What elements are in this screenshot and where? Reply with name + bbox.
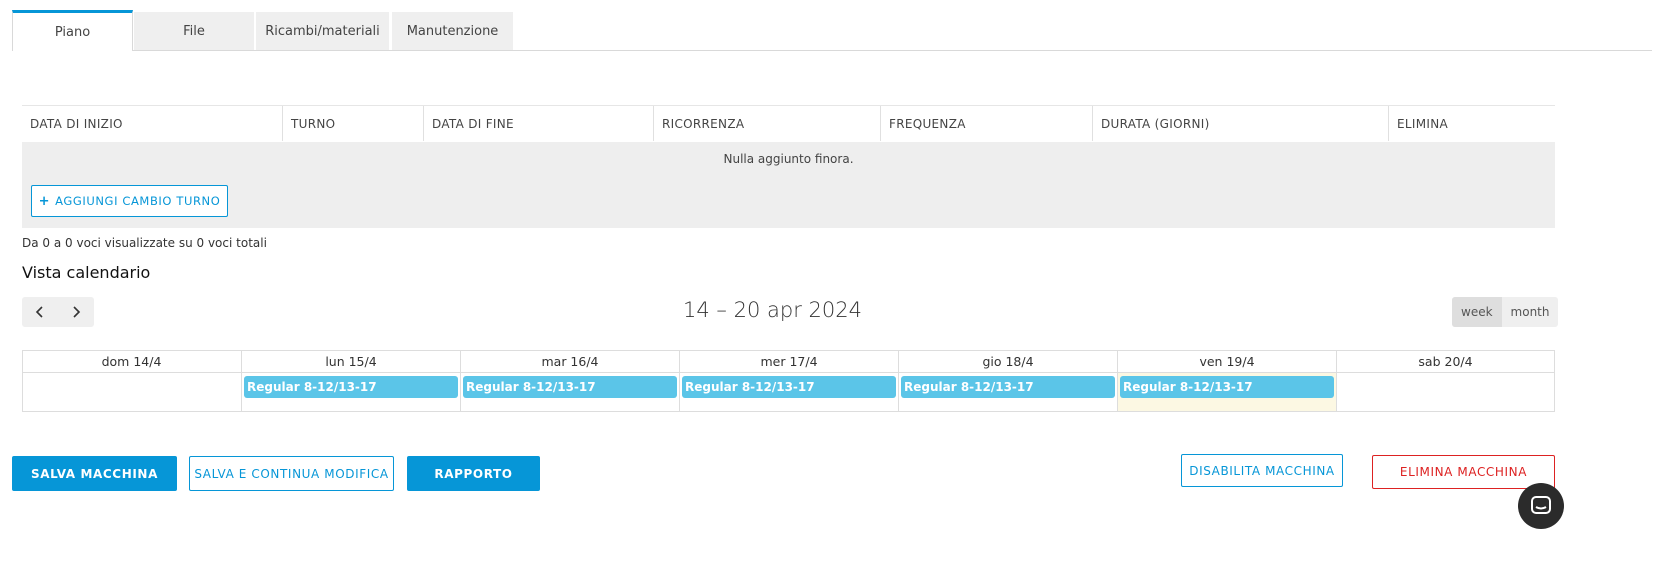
view-week-button[interactable]: week: [1452, 297, 1502, 327]
day-header-tue: mar 16/4: [460, 351, 679, 373]
shift-change-table: DATA DI INIZIO TURNO DATA DI FINE RICORR…: [22, 105, 1555, 228]
column-header-recurrence[interactable]: RICORRENZA: [653, 106, 880, 141]
tab-manutenzione[interactable]: Manutenzione: [392, 12, 513, 50]
calendar-event[interactable]: Regular 8-12/13-17: [244, 376, 458, 398]
day-cell-sun[interactable]: [22, 373, 241, 411]
add-shift-change-label: AGGIUNGI CAMBIO TURNO: [55, 194, 221, 208]
delete-machine-button[interactable]: ELIMINA MACCHINA: [1372, 455, 1555, 489]
chat-launcher-button[interactable]: [1518, 483, 1564, 529]
plus-icon: +: [38, 193, 51, 209]
day-header-mon: lun 15/4: [241, 351, 460, 373]
day-cell-thu[interactable]: Regular 8-12/13-17: [898, 373, 1117, 411]
table-body: Nulla aggiunto finora. + AGGIUNGI CAMBIO…: [22, 142, 1555, 228]
day-cell-mon[interactable]: Regular 8-12/13-17: [241, 373, 460, 411]
calendar-event[interactable]: Regular 8-12/13-17: [463, 376, 677, 398]
day-header-wed: mer 17/4: [679, 351, 898, 373]
day-cell-fri-today[interactable]: Regular 8-12/13-17: [1117, 373, 1336, 411]
calendar-view-switcher: week month: [1452, 297, 1559, 327]
calendar-event[interactable]: Regular 8-12/13-17: [1120, 376, 1334, 398]
day-cell-tue[interactable]: Regular 8-12/13-17: [460, 373, 679, 411]
day-cell-wed[interactable]: Regular 8-12/13-17: [679, 373, 898, 411]
calendar-section-title: Vista calendario: [22, 263, 151, 282]
column-header-start-date[interactable]: DATA DI INIZIO: [22, 106, 282, 141]
column-header-duration[interactable]: DURATA (GIORNI): [1092, 106, 1388, 141]
empty-message: Nulla aggiunto finora.: [723, 152, 854, 166]
report-button[interactable]: RAPPORTO: [407, 456, 540, 491]
calendar-range-title: 14 – 20 apr 2024: [683, 298, 862, 322]
disable-machine-button[interactable]: DISABILITA MACCHINA: [1181, 454, 1343, 487]
column-header-delete[interactable]: ELIMINA: [1388, 106, 1555, 141]
save-machine-button[interactable]: SALVA MACCHINA: [12, 456, 177, 491]
tab-ricambi-materiali[interactable]: Ricambi/materiali: [256, 12, 389, 50]
save-continue-button[interactable]: SALVA E CONTINUA MODIFICA: [189, 456, 394, 491]
calendar-event[interactable]: Regular 8-12/13-17: [682, 376, 896, 398]
chat-icon: [1531, 496, 1551, 514]
view-month-button[interactable]: month: [1502, 297, 1559, 327]
day-header-sun: dom 14/4: [22, 351, 241, 373]
tab-file[interactable]: File: [134, 12, 254, 50]
day-header-sat: sab 20/4: [1336, 351, 1554, 373]
tab-bar: Piano File Ricambi/materiali Manutenzion…: [12, 10, 1652, 51]
table-header: DATA DI INIZIO TURNO DATA DI FINE RICORR…: [22, 105, 1555, 142]
day-cell-sat[interactable]: [1336, 373, 1554, 411]
day-header-thu: gio 18/4: [898, 351, 1117, 373]
day-header-fri: ven 19/4: [1117, 351, 1336, 373]
column-header-end-date[interactable]: DATA DI FINE: [423, 106, 653, 141]
calendar-event[interactable]: Regular 8-12/13-17: [901, 376, 1115, 398]
calendar-week-grid: dom 14/4 lun 15/4 mar 16/4 mer 17/4 gio …: [22, 350, 1555, 412]
column-header-frequency[interactable]: FREQUENZA: [880, 106, 1092, 141]
add-shift-change-button[interactable]: + AGGIUNGI CAMBIO TURNO: [31, 185, 228, 217]
pagination-summary: Da 0 a 0 voci visualizzate su 0 voci tot…: [22, 236, 267, 250]
tab-piano[interactable]: Piano: [12, 10, 133, 51]
column-header-shift[interactable]: TURNO: [282, 106, 423, 141]
